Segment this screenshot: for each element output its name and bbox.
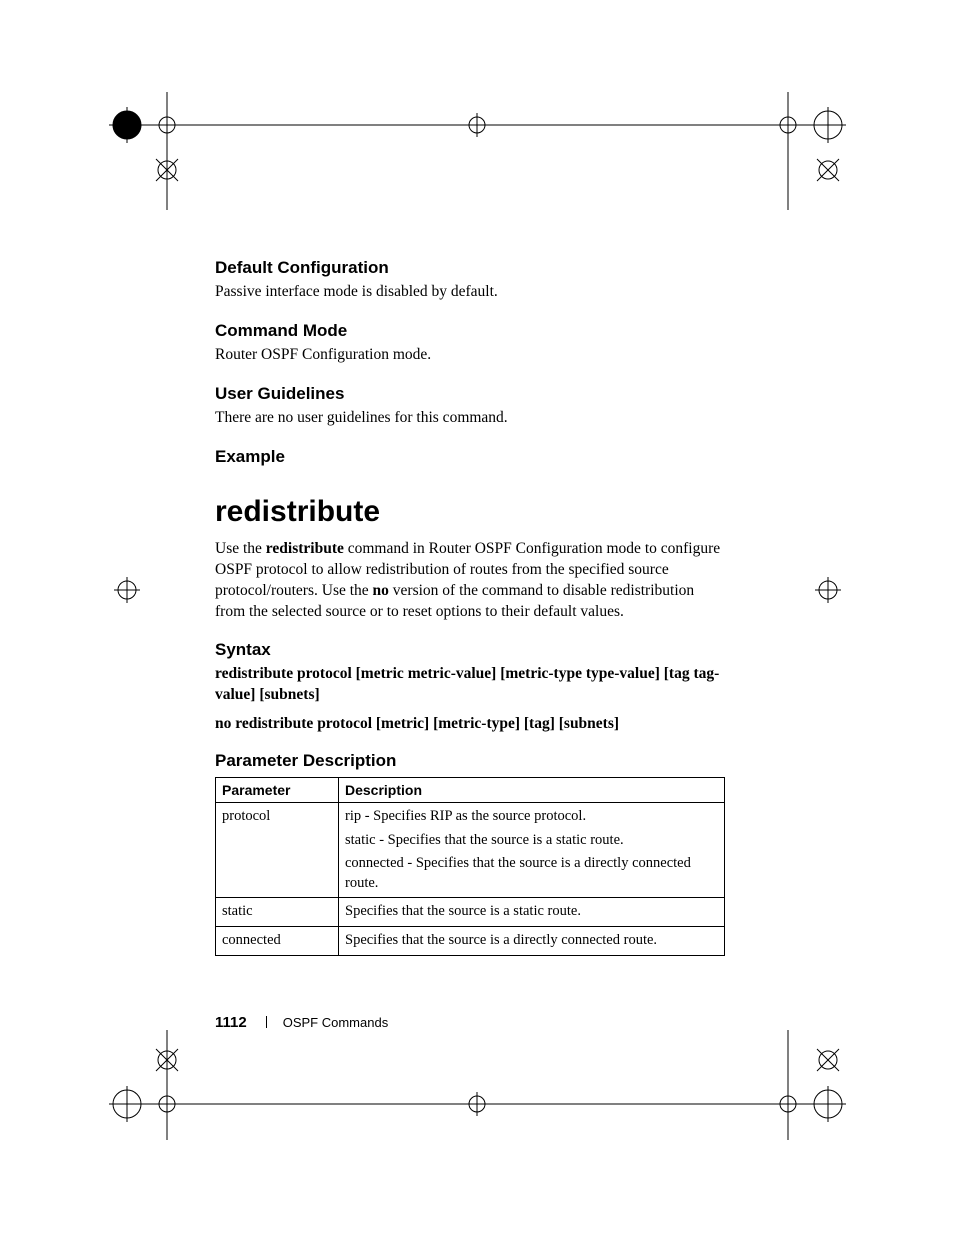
desc-no-bold: no — [373, 582, 389, 599]
footer-divider — [266, 1016, 267, 1028]
syntax-line-1: redistribute protocol [metric metric-val… — [215, 664, 725, 706]
table-row: connected Specifies that the source is a… — [216, 927, 725, 956]
heading-syntax: Syntax — [215, 640, 725, 660]
cell-desc-line: Specifies that the source is a static ro… — [345, 902, 718, 922]
page-number: 1112 — [215, 1014, 247, 1031]
text-user-guidelines: There are no user guidelines for this co… — [215, 408, 725, 429]
cell-desc-line: rip - Specifies RIP as the source protoc… — [345, 807, 718, 827]
text-default-config: Passive interface mode is disabled by de… — [215, 282, 725, 303]
col-parameter: Parameter — [216, 778, 339, 803]
page-footer: 1112 OSPF Commands — [215, 1014, 388, 1032]
heading-example: Example — [215, 447, 725, 467]
heading-user-guidelines: User Guidelines — [215, 384, 725, 404]
cell-param: static — [216, 898, 339, 927]
cell-param: protocol — [216, 803, 339, 898]
parameter-table: Parameter Description protocol rip - Spe… — [215, 777, 725, 955]
command-title: redistribute — [215, 495, 725, 529]
desc-cmd-bold: redistribute — [266, 540, 344, 557]
page-content: Default Configuration Passive interface … — [215, 258, 725, 956]
desc-pre: Use the — [215, 540, 266, 557]
table-row: protocol rip - Specifies RIP as the sour… — [216, 803, 725, 898]
command-description: Use the redistribute command in Router O… — [215, 539, 725, 623]
text-command-mode: Router OSPF Configuration mode. — [215, 345, 725, 366]
cell-desc-line: connected - Specifies that the source is… — [345, 854, 718, 893]
col-description: Description — [339, 778, 725, 803]
chapter-title: OSPF Commands — [283, 1015, 388, 1030]
heading-parameter-description: Parameter Description — [215, 751, 725, 771]
table-row: static Specifies that the source is a st… — [216, 898, 725, 927]
syntax-line-2: no redistribute protocol [metric] [metri… — [215, 714, 725, 735]
cell-desc: Specifies that the source is a directly … — [339, 927, 725, 956]
cell-desc: rip - Specifies RIP as the source protoc… — [339, 803, 725, 898]
heading-default-config: Default Configuration — [215, 258, 725, 278]
cell-param: connected — [216, 927, 339, 956]
cell-desc-line: static - Specifies that the source is a … — [345, 831, 718, 851]
heading-command-mode: Command Mode — [215, 321, 725, 341]
cell-desc: Specifies that the source is a static ro… — [339, 898, 725, 927]
table-header-row: Parameter Description — [216, 778, 725, 803]
cell-desc-line: Specifies that the source is a directly … — [345, 931, 718, 951]
